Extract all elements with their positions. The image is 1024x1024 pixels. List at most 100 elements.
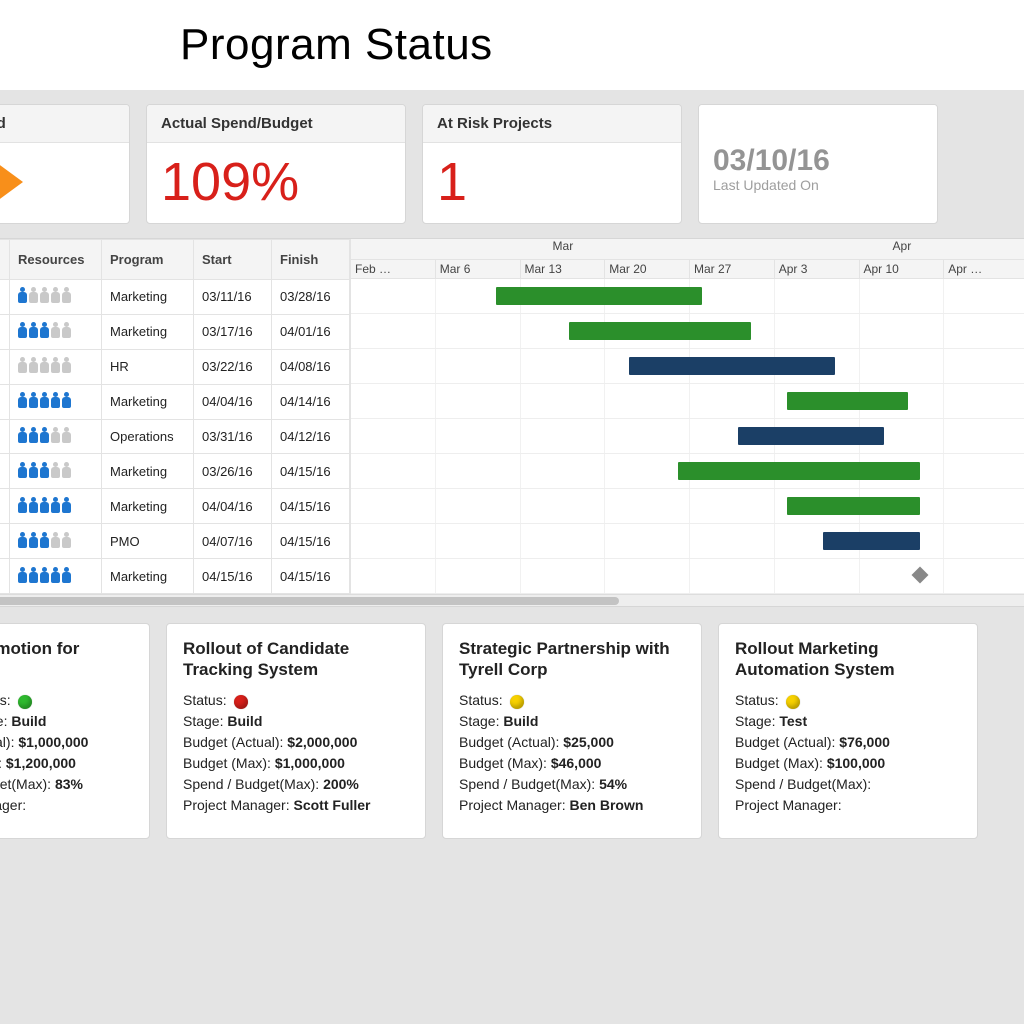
table-row[interactable]: Marketing04/04/1604/15/16 — [0, 489, 350, 524]
gantt-bar[interactable] — [496, 287, 702, 305]
kpi-updated-sub: Last Updated On — [713, 177, 923, 193]
project-status: Status: — [183, 692, 409, 708]
gantt-row[interactable] — [351, 349, 1024, 384]
project-status: Status: — [0, 692, 133, 708]
project-status: Status: — [735, 692, 961, 708]
project-stage: Stage: Build — [0, 713, 133, 729]
arrow-right-icon — [0, 160, 23, 204]
kpi-trend-label: Trend — [0, 105, 129, 143]
resources-icon — [18, 357, 71, 373]
col-start[interactable]: Start — [194, 240, 272, 280]
table-row[interactable]: Marketing04/15/1604/15/16 — [0, 559, 350, 594]
project-card[interactable]: Promotion for Status: Stage: Build Actual)… — [0, 623, 150, 839]
kpi-spend-value: 109% — [161, 155, 299, 209]
table-row[interactable]: PMO04/07/1604/15/16 — [0, 524, 350, 559]
project-spend-pct: Spend / Budget(Max): 200% — [183, 776, 409, 792]
resources-icon — [18, 427, 71, 443]
table-row[interactable]: HR03/22/1604/08/16 — [0, 349, 350, 384]
gantt-card: Status Resources Program Start Finish Ma… — [0, 238, 1024, 607]
gantt-table[interactable]: Status Resources Program Start Finish Ma… — [0, 239, 350, 594]
status-dot-icon — [234, 695, 248, 709]
resources-icon — [18, 322, 71, 338]
project-manager: Project Manager: — [735, 797, 961, 813]
gantt-timeline[interactable]: MarApr Feb …Mar 6Mar 13Mar 20Mar 27Apr 3… — [350, 239, 1024, 594]
table-row[interactable]: Marketing03/11/1603/28/16 — [0, 280, 350, 315]
gantt-bar[interactable] — [738, 427, 883, 445]
kpi-row: Trend Actual Spend/Budget 109% At Risk P… — [0, 90, 1024, 238]
project-title: Rollout of Candidate Tracking System — [183, 638, 409, 682]
gantt-row[interactable] — [351, 279, 1024, 314]
timeline-tick: Apr … — [944, 260, 1024, 278]
table-row[interactable]: Marketing03/17/1604/01/16 — [0, 314, 350, 349]
kpi-updated-date: 03/10/16 — [713, 144, 923, 177]
project-title: Rollout Marketing Automation System — [735, 638, 961, 682]
resources-icon — [18, 462, 71, 478]
project-status: Status: — [459, 692, 685, 708]
project-budget-actual: Budget (Actual): $25,000 — [459, 734, 685, 750]
project-stage: Stage: Build — [183, 713, 409, 729]
page-title: Program Status — [180, 20, 1024, 70]
col-resources[interactable]: Resources — [10, 240, 102, 280]
gantt-bar[interactable] — [823, 532, 920, 550]
gantt-bar[interactable] — [629, 357, 835, 375]
timeline-tick: Mar 27 — [690, 260, 775, 278]
project-manager: Project Manager: Scott Fuller — [183, 797, 409, 813]
project-spend-pct: Budget(Max): 83% — [0, 776, 133, 792]
project-budget-actual: Actual): $1,000,000 — [0, 734, 133, 750]
table-row[interactable]: Marketing03/26/1604/15/16 — [0, 454, 350, 489]
kpi-trend-card[interactable]: Trend — [0, 104, 130, 224]
resources-icon — [18, 532, 71, 548]
timeline-tick: Mar 6 — [436, 260, 521, 278]
gantt-row[interactable] — [351, 559, 1024, 594]
kpi-updated-card[interactable]: 03/10/16 Last Updated On — [698, 104, 938, 224]
gantt-row[interactable] — [351, 419, 1024, 454]
project-manager: Manager: — [0, 797, 133, 813]
status-dot-icon — [510, 695, 524, 709]
gantt-row[interactable] — [351, 454, 1024, 489]
timeline-tick: Mar 13 — [521, 260, 606, 278]
gantt-bar[interactable] — [787, 392, 908, 410]
col-status[interactable]: Status — [0, 240, 10, 280]
project-card[interactable]: Rollout Marketing Automation System Statu… — [718, 623, 978, 839]
status-dot-icon — [786, 695, 800, 709]
gantt-bar[interactable] — [787, 497, 920, 515]
resources-icon — [18, 392, 71, 408]
gantt-bar[interactable] — [569, 322, 751, 340]
table-row[interactable]: Operations03/31/1604/12/16 — [0, 419, 350, 454]
gantt-row[interactable] — [351, 314, 1024, 349]
timeline-tick: Apr 10 — [860, 260, 945, 278]
col-program[interactable]: Program — [102, 240, 194, 280]
project-card[interactable]: Strategic Partnership with Tyrell Corp St… — [442, 623, 702, 839]
horizontal-scrollbar[interactable] — [0, 594, 1024, 606]
resources-icon — [18, 567, 71, 583]
project-budget-actual: Budget (Actual): $76,000 — [735, 734, 961, 750]
project-budget-max: Max): $1,200,000 — [0, 755, 133, 771]
project-budget-max: Budget (Max): $100,000 — [735, 755, 961, 771]
kpi-risk-card[interactable]: At Risk Projects 1 — [422, 104, 682, 224]
kpi-spend-card[interactable]: Actual Spend/Budget 109% — [146, 104, 406, 224]
timeline-tick: Feb … — [351, 260, 436, 278]
project-manager: Project Manager: Ben Brown — [459, 797, 685, 813]
timeline-tick: Apr 3 — [775, 260, 860, 278]
gantt-row[interactable] — [351, 489, 1024, 524]
project-spend-pct: Spend / Budget(Max): 54% — [459, 776, 685, 792]
project-budget-actual: Budget (Actual): $2,000,000 — [183, 734, 409, 750]
project-stage: Stage: Build — [459, 713, 685, 729]
project-cards-row: Promotion for Status: Stage: Build Actual)… — [0, 623, 1024, 839]
gantt-row[interactable] — [351, 524, 1024, 559]
gantt-row[interactable] — [351, 384, 1024, 419]
col-finish[interactable]: Finish — [272, 240, 350, 280]
kpi-risk-label: At Risk Projects — [423, 105, 681, 143]
timeline-tick: Mar 20 — [605, 260, 690, 278]
header: Program Status — [0, 0, 1024, 90]
project-budget-max: Budget (Max): $1,000,000 — [183, 755, 409, 771]
project-spend-pct: Spend / Budget(Max): — [735, 776, 961, 792]
status-dot-icon — [18, 695, 32, 709]
resources-icon — [18, 497, 71, 513]
project-title: Strategic Partnership with Tyrell Corp — [459, 638, 685, 682]
table-row[interactable]: Marketing04/04/1604/14/16 — [0, 384, 350, 419]
gantt-bar[interactable] — [678, 462, 920, 480]
kpi-risk-value: 1 — [437, 155, 467, 209]
project-card[interactable]: Rollout of Candidate Tracking System Stat… — [166, 623, 426, 839]
project-title: Promotion for — [0, 638, 133, 682]
